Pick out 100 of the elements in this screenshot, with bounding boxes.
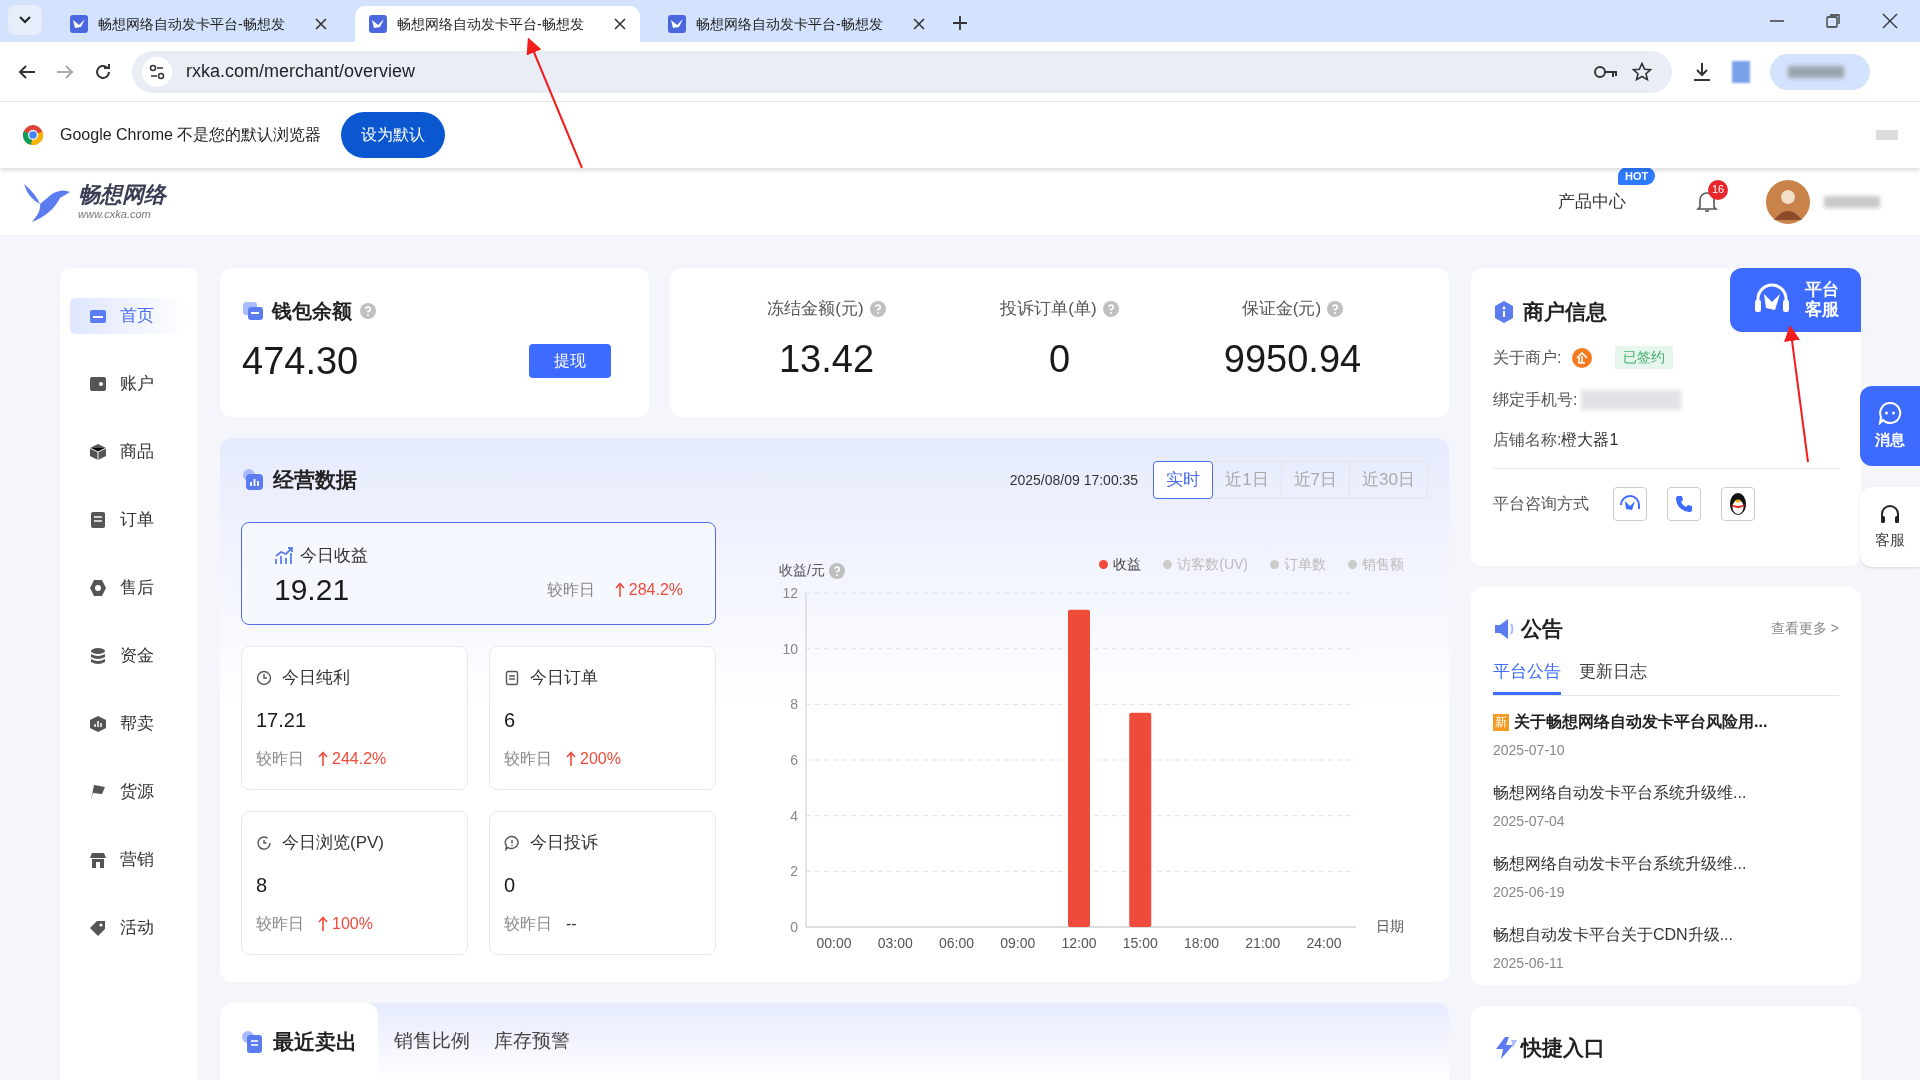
sidebar-item[interactable]: 活动 <box>70 910 188 946</box>
tile-label: 今日订单 <box>530 667 598 689</box>
history-icon <box>256 834 272 851</box>
x-tick-label: 18:00 <box>1184 935 1219 951</box>
product-center-link[interactable]: 产品中心 <box>1558 191 1626 211</box>
close-icon[interactable] <box>315 18 327 30</box>
browser-tab[interactable]: 畅想网络自动发卡平台-畅想发 <box>355 6 640 42</box>
new-tab-icon[interactable] <box>953 16 967 30</box>
compare-label: 较昨日 <box>546 580 595 600</box>
close-icon[interactable] <box>1882 13 1898 29</box>
hexagon-icon <box>88 578 108 598</box>
chat-bubble-icon <box>1878 400 1902 425</box>
wallet-amount: 474.30 <box>242 342 359 380</box>
close-icon[interactable] <box>913 18 925 30</box>
stat-label: 投诉订单(单) <box>1000 298 1097 320</box>
key-icon[interactable] <box>1594 64 1618 79</box>
change-value: 284.2% <box>628 580 683 600</box>
trend-chart-icon <box>274 546 294 565</box>
field-label: 绑定手机号: <box>1493 389 1578 410</box>
sidebar-item[interactable]: 订单 <box>70 502 188 538</box>
notice-date: 2025-06-19 <box>1493 883 1566 902</box>
change-value: 100% <box>332 913 373 934</box>
sidebar-item[interactable]: 资金 <box>70 638 188 674</box>
range-tab[interactable]: 实时 <box>1153 461 1214 499</box>
bird-logo-icon <box>70 15 88 33</box>
notice-title[interactable]: 畅想自动发卡平台关于CDN升级... <box>1493 923 1733 947</box>
x-tick-label: 21:00 <box>1245 935 1281 951</box>
bird-logo-icon <box>668 15 686 33</box>
x-tick-label: 15:00 <box>1122 935 1158 951</box>
notice-date: 2025-07-04 <box>1493 812 1566 831</box>
info-icon <box>1493 299 1515 324</box>
speech-bubble-icon <box>504 834 520 851</box>
tile-value: 0 <box>504 872 517 898</box>
section-title: 经营数据 <box>273 467 357 494</box>
headphones-icon <box>1879 502 1901 525</box>
withdraw-button[interactable]: 提现 <box>529 344 611 378</box>
shop-icon <box>88 850 108 870</box>
section-tab[interactable]: 销售比例 <box>382 1027 482 1056</box>
chrome-logo-icon <box>22 124 44 146</box>
notice-title[interactable]: 关于畅想网络自动发卡平台风险用... <box>1514 710 1768 734</box>
x-tick-label: 09:00 <box>1000 935 1036 951</box>
back-icon[interactable] <box>18 63 36 80</box>
stat-value: 9950.94 <box>1223 339 1362 378</box>
floating-button[interactable]: 客服 <box>1860 487 1920 567</box>
platform-service-button[interactable]: 平台客服 <box>1730 268 1861 332</box>
browser-tab[interactable]: 畅想网络自动发卡平台-畅想发 <box>654 6 939 42</box>
notice-tab[interactable]: 更新日志 <box>1579 658 1647 695</box>
profile-chip[interactable] <box>1770 53 1870 90</box>
sidebar-item[interactable]: 货源 <box>70 774 188 810</box>
tile-value: 19.21 <box>274 571 350 608</box>
sidebar-item[interactable]: 账户 <box>70 366 188 402</box>
avatar[interactable] <box>1766 179 1810 224</box>
section-tab[interactable]: 库存预警 <box>482 1027 582 1056</box>
wallet-icon <box>242 300 264 322</box>
up-arrow-icon <box>614 582 625 598</box>
tile-value: 17.21 <box>256 707 308 733</box>
view-more-link[interactable]: 查看更多 > <box>1770 618 1839 640</box>
chart-icon <box>241 468 265 492</box>
redacted-username <box>1824 195 1880 208</box>
site-settings-icon[interactable] <box>142 56 172 87</box>
download-icon[interactable] <box>1692 61 1712 82</box>
y-tick-label: 6 <box>790 752 798 768</box>
set-default-button[interactable]: 设为默认 <box>341 112 446 158</box>
penguin-chat-button[interactable] <box>1721 486 1755 521</box>
field-label: 平台咨询方式 <box>1493 493 1589 514</box>
notice-title[interactable]: 畅想网络自动发卡平台系统升级维... <box>1493 781 1747 805</box>
new-badge: 新 <box>1493 713 1509 731</box>
close-icon[interactable] <box>614 18 626 30</box>
legend-label[interactable]: 收益 <box>1113 554 1142 575</box>
reload-icon[interactable] <box>94 62 112 81</box>
floating-button[interactable]: 消息 <box>1860 386 1920 466</box>
browser-tab[interactable]: 畅想网络自动发卡平台-畅想发 <box>56 6 341 42</box>
document-icon <box>88 510 108 530</box>
clock-icon <box>256 669 272 686</box>
restore-icon[interactable] <box>1826 14 1840 28</box>
brand-name: 畅想网络 <box>78 183 166 206</box>
sidebar-item[interactable]: 商品 <box>70 434 188 470</box>
x-tick-label: 00:00 <box>816 935 852 951</box>
tile-value: 6 <box>504 707 517 733</box>
sidebar-item[interactable]: 营销 <box>70 842 188 878</box>
address-bar[interactable]: rxka.com/merchant/overview <box>132 50 1672 93</box>
notice-tab[interactable]: 平台公告 <box>1493 658 1561 695</box>
chart-icon <box>88 714 108 734</box>
tab-list-button[interactable] <box>8 5 42 35</box>
sidebar-item[interactable]: 帮卖 <box>70 706 188 742</box>
tile-label: 今日收益 <box>300 545 368 567</box>
sidebar-item[interactable]: 售后 <box>70 570 188 606</box>
brand-url: www.cxka.com <box>78 208 152 220</box>
phone-button[interactable] <box>1667 486 1701 521</box>
field-label: 关于商户: <box>1493 347 1562 368</box>
bar[interactable] <box>1129 712 1152 927</box>
bookmark-star-icon[interactable] <box>1632 61 1652 82</box>
change-value: 200% <box>580 748 621 769</box>
change-value: 244.2% <box>332 748 387 769</box>
notice-date: 2025-07-10 <box>1493 741 1566 760</box>
stat-value: 13.42 <box>778 339 875 378</box>
service-bird-button[interactable] <box>1613 486 1647 521</box>
default-browser-message: Google Chrome 不是您的默认浏览器 <box>60 125 322 145</box>
notice-title[interactable]: 畅想网络自动发卡平台系统升级维... <box>1493 852 1747 876</box>
y-tick-label: 4 <box>790 807 798 824</box>
